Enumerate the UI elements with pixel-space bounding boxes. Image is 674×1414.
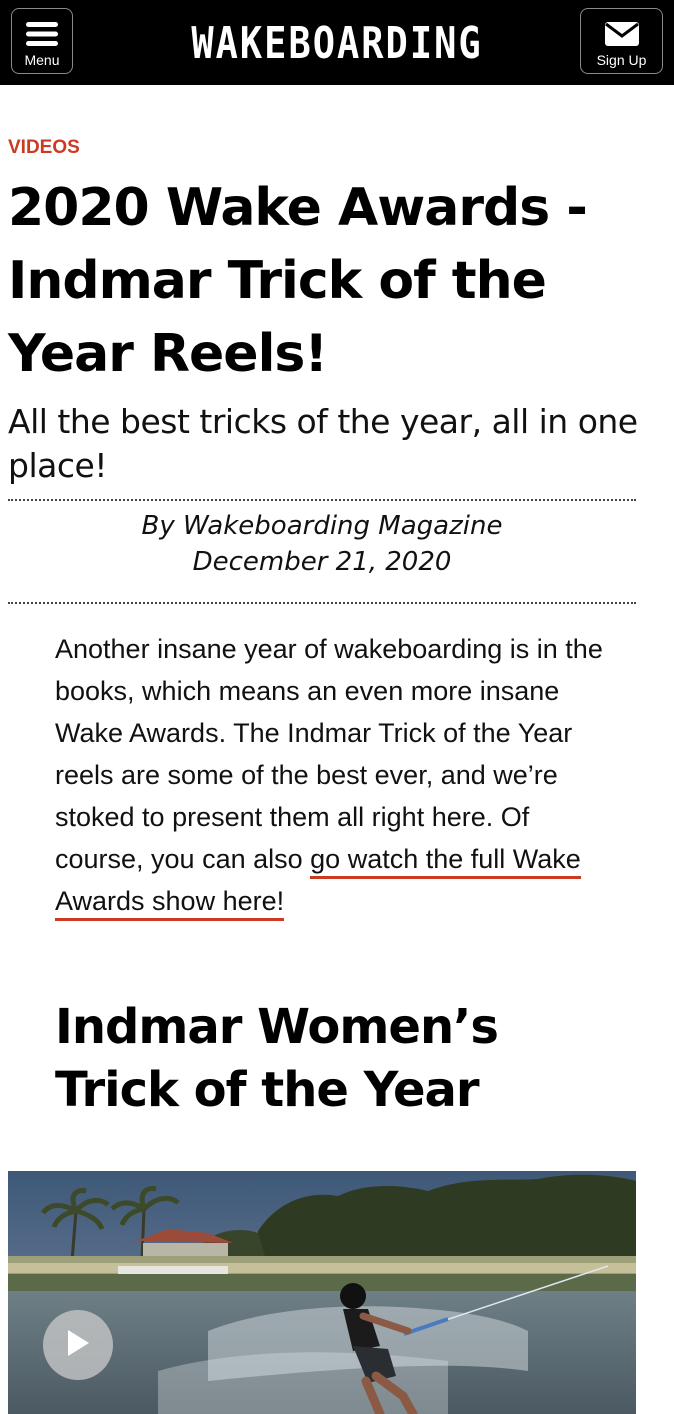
category-link[interactable]: VIDEOS bbox=[8, 137, 80, 159]
video-thumbnail bbox=[8, 1171, 636, 1414]
play-button[interactable] bbox=[43, 1310, 113, 1380]
site-logo[interactable]: WAKEBOARDING bbox=[0, 18, 674, 69]
video-player[interactable] bbox=[8, 1171, 636, 1414]
article-title: 2020 Wake Awards - Indmar Trick of the Y… bbox=[8, 178, 588, 384]
body-paragraph: Another insane year of wakeboarding is i… bbox=[55, 634, 603, 874]
divider bbox=[8, 499, 636, 501]
site-header: Menu WAKEBOARDING Sign Up bbox=[0, 0, 674, 85]
article-subtitle: All the best tricks of the year, all in … bbox=[8, 402, 638, 485]
sign-up-button[interactable]: Sign Up bbox=[580, 8, 663, 74]
play-icon bbox=[66, 1329, 90, 1362]
sign-up-label: Sign Up bbox=[596, 52, 647, 68]
article-body: Another insane year of wakeboarding is i… bbox=[55, 628, 615, 922]
author-name: By Wakeboarding Magazine bbox=[141, 511, 503, 541]
byline: By Wakeboarding Magazine December 21, 20… bbox=[8, 508, 636, 580]
envelope-icon bbox=[604, 19, 640, 49]
divider bbox=[8, 602, 636, 604]
section-heading: Indmar Women’s Trick of the Year bbox=[55, 999, 499, 1118]
publish-date: December 21, 2020 bbox=[192, 547, 452, 577]
